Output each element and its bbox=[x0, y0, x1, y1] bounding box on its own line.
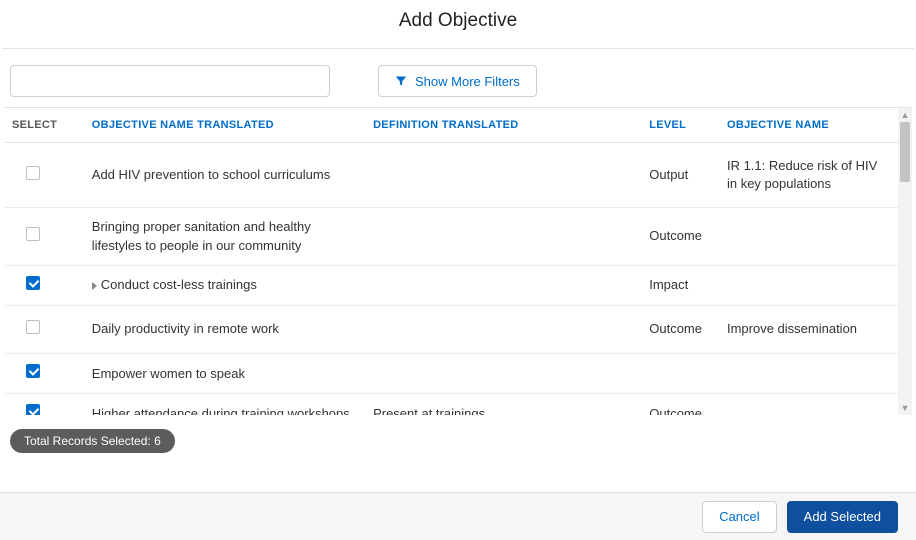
definition-translated bbox=[365, 265, 641, 305]
objective-name-translated: Bringing proper sanitation and healthy l… bbox=[92, 219, 311, 252]
show-more-filters-button[interactable]: Show More Filters bbox=[378, 65, 537, 97]
definition-translated bbox=[365, 143, 641, 208]
scroll-down-arrow-icon[interactable]: ▼ bbox=[898, 401, 912, 415]
table-row: Empower women to speak bbox=[4, 354, 898, 394]
level: Outcome bbox=[641, 394, 719, 415]
col-objective-name[interactable]: OBJECTIVE NAME bbox=[719, 108, 898, 143]
level: Output bbox=[641, 143, 719, 208]
definition-translated bbox=[365, 305, 641, 353]
scrollbar-thumb[interactable] bbox=[900, 122, 910, 182]
row-checkbox[interactable] bbox=[26, 166, 40, 180]
table-scroll-area: SELECT OBJECTIVE NAME TRANSLATED DEFINIT… bbox=[4, 108, 898, 415]
add-selected-button[interactable]: Add Selected bbox=[787, 501, 898, 533]
total-selected-pill: Total Records Selected: 6 bbox=[10, 429, 175, 453]
col-objective-name-translated[interactable]: OBJECTIVE NAME TRANSLATED bbox=[84, 108, 365, 143]
col-definition-translated[interactable]: DEFINITION TRANSLATED bbox=[365, 108, 641, 143]
level: Outcome bbox=[641, 305, 719, 353]
search-input[interactable] bbox=[10, 65, 330, 97]
vertical-scrollbar[interactable]: ▲ ▼ bbox=[898, 108, 912, 415]
total-selected-count: 6 bbox=[154, 434, 161, 448]
objectives-table: SELECT OBJECTIVE NAME TRANSLATED DEFINIT… bbox=[4, 108, 898, 415]
definition-translated: Present at trainings bbox=[365, 394, 641, 415]
modal-title: Add Objective bbox=[2, 0, 914, 49]
objective-name bbox=[719, 354, 898, 394]
show-more-filters-label: Show More Filters bbox=[415, 74, 520, 89]
definition-translated bbox=[365, 208, 641, 265]
table-row: Add HIV prevention to school curriculums… bbox=[4, 143, 898, 208]
toolbar: Show More Filters bbox=[0, 49, 916, 107]
objective-name bbox=[719, 208, 898, 265]
table-row: Higher attendance during training worksh… bbox=[4, 394, 898, 415]
row-checkbox[interactable] bbox=[26, 364, 40, 378]
row-checkbox[interactable] bbox=[26, 404, 40, 415]
objective-name bbox=[719, 394, 898, 415]
objective-name-translated: Empower women to speak bbox=[92, 366, 245, 381]
table-container: SELECT OBJECTIVE NAME TRANSLATED DEFINIT… bbox=[4, 107, 912, 415]
level: Outcome bbox=[641, 208, 719, 265]
row-checkbox[interactable] bbox=[26, 227, 40, 241]
table-row: Conduct cost-less trainings Impact bbox=[4, 265, 898, 305]
total-selected-label: Total Records Selected: bbox=[24, 434, 154, 448]
filter-icon bbox=[395, 75, 407, 87]
table-row: Daily productivity in remote work Outcome… bbox=[4, 305, 898, 353]
objective-name: Improve dissemination bbox=[719, 305, 898, 353]
objective-name-translated: Conduct cost-less trainings bbox=[101, 277, 257, 292]
objective-name bbox=[719, 265, 898, 305]
objective-name-translated: Daily productivity in remote work bbox=[92, 321, 279, 336]
modal-footer: Cancel Add Selected bbox=[0, 492, 916, 540]
row-checkbox[interactable] bbox=[26, 276, 40, 290]
col-select[interactable]: SELECT bbox=[4, 108, 84, 143]
cancel-button[interactable]: Cancel bbox=[702, 501, 776, 533]
col-level[interactable]: LEVEL bbox=[641, 108, 719, 143]
objective-name-translated: Add HIV prevention to school curriculums bbox=[92, 167, 330, 182]
table-row: Bringing proper sanitation and healthy l… bbox=[4, 208, 898, 265]
chevron-right-icon[interactable] bbox=[92, 282, 97, 290]
definition-translated bbox=[365, 354, 641, 394]
summary-row: Total Records Selected: 6 bbox=[0, 415, 916, 461]
objective-name: IR 1.1: Reduce risk of HIV in key popula… bbox=[719, 143, 898, 208]
level bbox=[641, 354, 719, 394]
objective-name-translated: Higher attendance during training worksh… bbox=[92, 406, 350, 415]
row-checkbox[interactable] bbox=[26, 320, 40, 334]
scroll-up-arrow-icon[interactable]: ▲ bbox=[898, 108, 912, 122]
level: Impact bbox=[641, 265, 719, 305]
